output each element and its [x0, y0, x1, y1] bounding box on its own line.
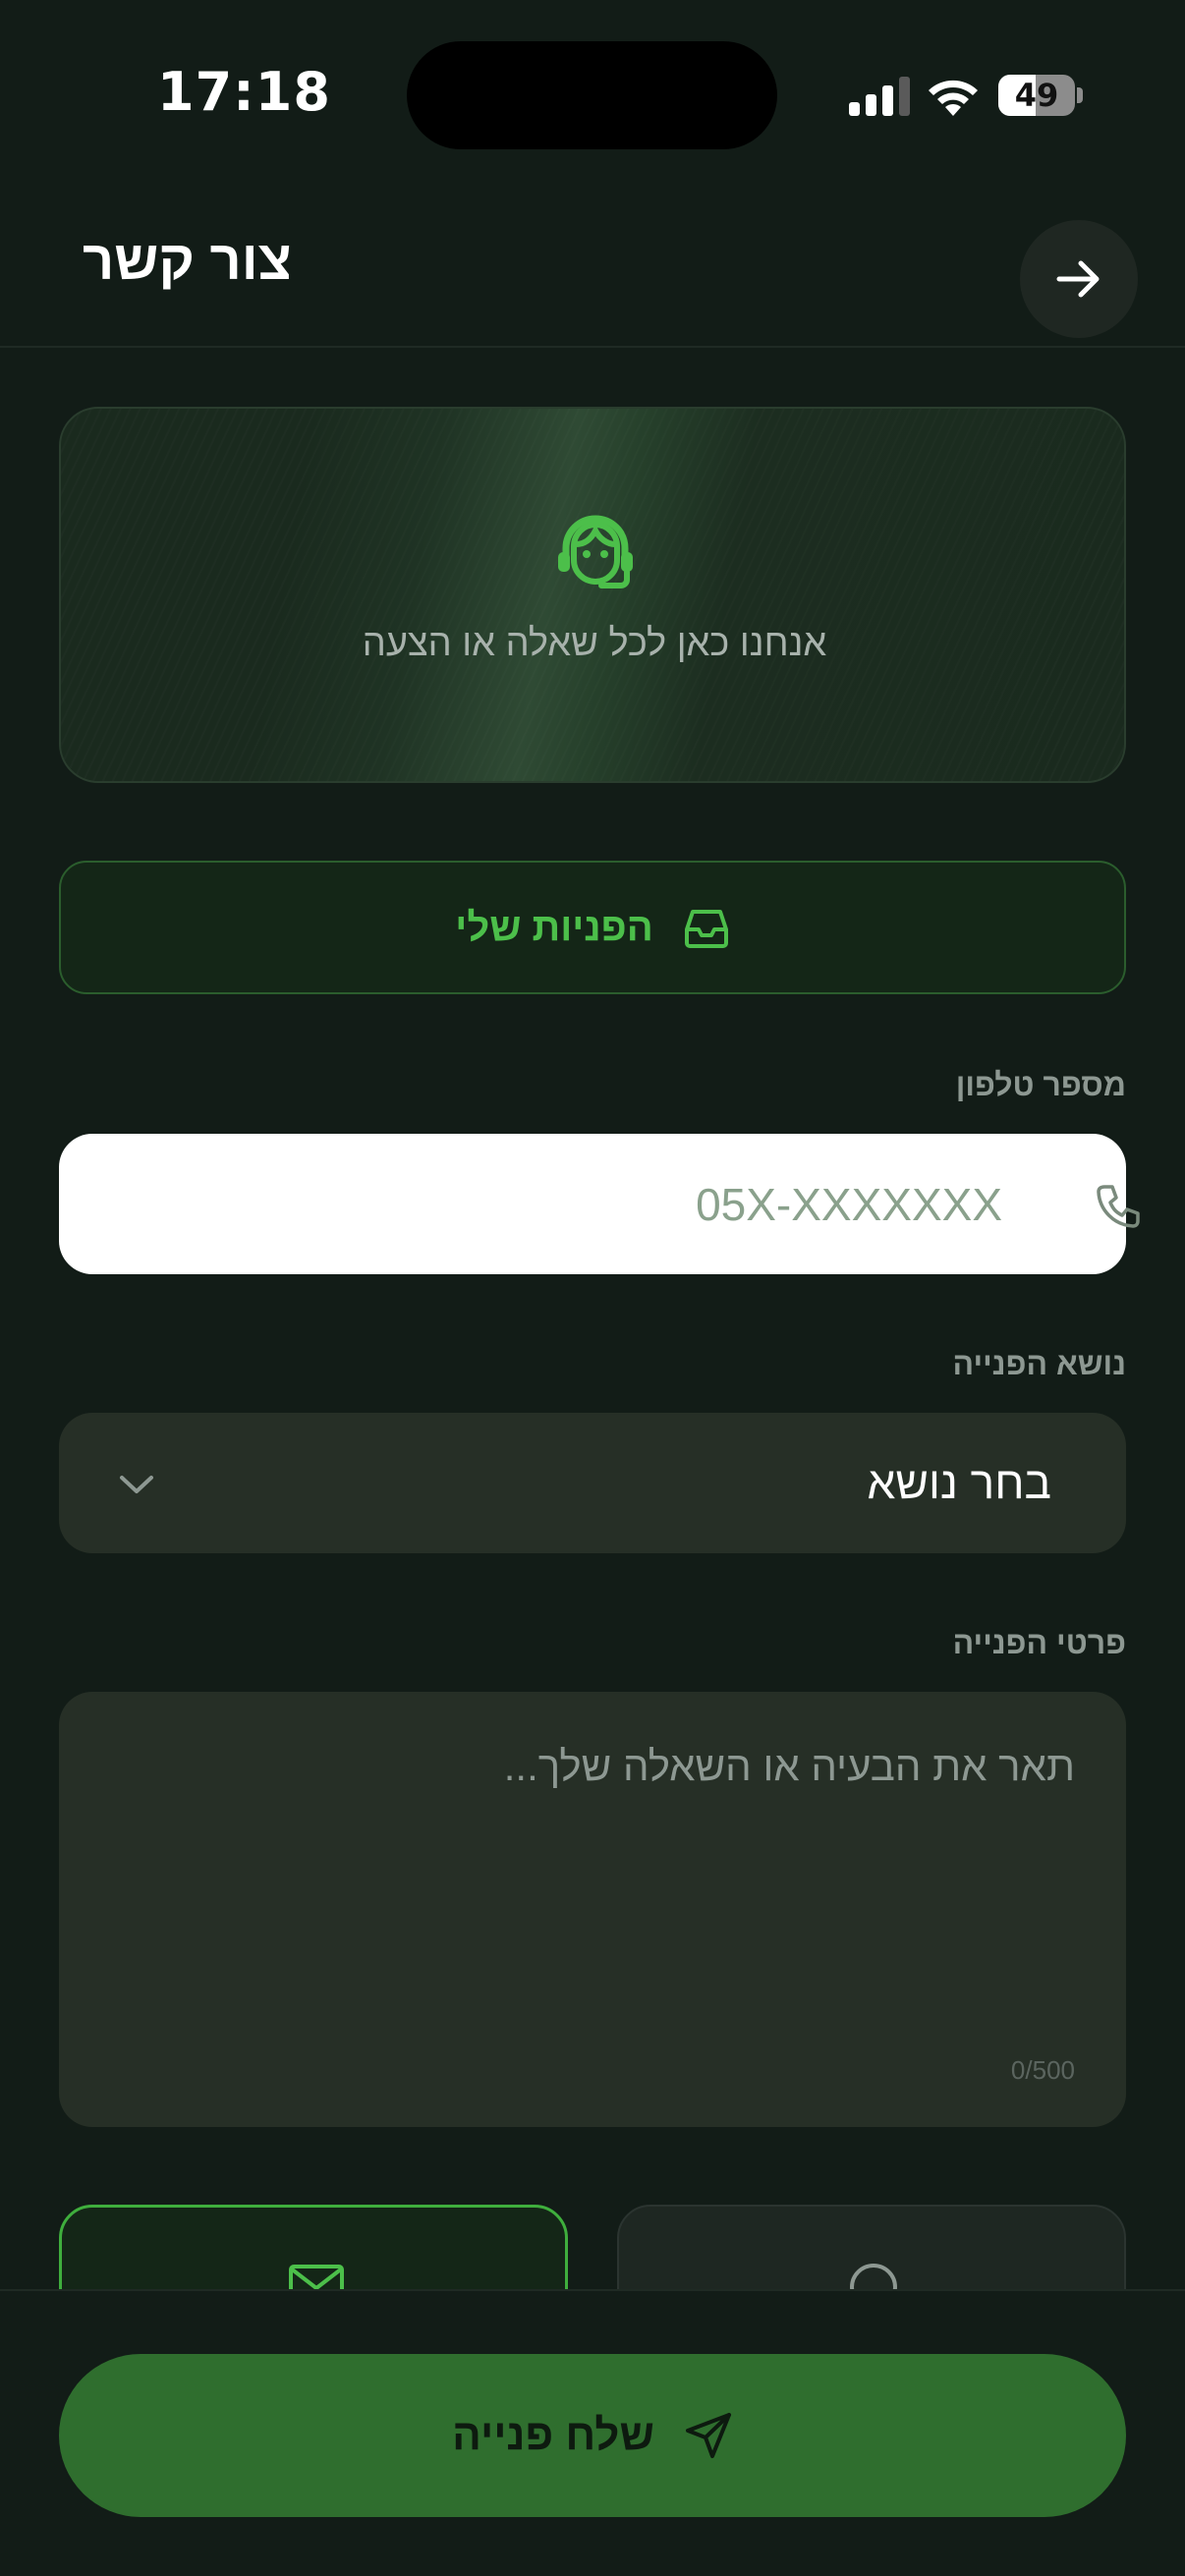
inbox-icon	[684, 910, 728, 948]
dynamic-island	[407, 41, 777, 149]
phone-label: מספר טלפון	[955, 1067, 1126, 1102]
submit-button[interactable]: שלח פנייה	[59, 2354, 1126, 2517]
phone-input[interactable]	[98, 1134, 1071, 1274]
my-requests-button[interactable]: הפניות שלי	[59, 861, 1126, 994]
battery-icon: 49	[998, 75, 1083, 116]
page-title: צור קשר	[83, 229, 292, 291]
wifi-icon	[929, 80, 978, 116]
status-time: 17:18	[157, 61, 331, 123]
details-label: פרטי הפנייה	[952, 1625, 1126, 1660]
subject-label: נושא הפנייה	[952, 1346, 1126, 1381]
details-field: 0/500	[59, 1692, 1126, 2127]
header: צור קשר	[0, 187, 1185, 348]
my-requests-label: הפניות שלי	[455, 905, 653, 949]
details-textarea[interactable]	[59, 1692, 1126, 2065]
bottom-bar: שלח פנייה	[0, 2289, 1185, 2576]
contact-screen: 17:18 49 צור קשר אנחנו כאן לכל שאלה או ה…	[0, 0, 1185, 2576]
subject-selected-value: בחר נושא	[867, 1457, 1051, 1508]
character-counter: 0/500	[1010, 2055, 1075, 2085]
send-icon	[685, 2413, 731, 2458]
phone-field	[59, 1134, 1140, 1274]
support-agent-icon	[558, 515, 633, 588]
hero-card: אנחנו כאן לכל שאלה או הצעה	[59, 407, 1126, 783]
cellular-signal-icon	[849, 77, 910, 116]
status-bar: 17:18 49	[0, 0, 1185, 187]
chevron-down-icon	[120, 1476, 153, 1493]
back-button[interactable]	[1020, 220, 1138, 338]
submit-label: שלח פנייה	[452, 2411, 654, 2459]
hero-text: אנחנו כאן לכל שאלה או הצעה	[362, 623, 827, 664]
arrow-right-icon	[1056, 260, 1100, 298]
subject-select[interactable]: בחר נושא	[59, 1413, 1126, 1553]
battery-level: 49	[1014, 77, 1059, 114]
phone-icon	[1097, 1185, 1140, 1228]
